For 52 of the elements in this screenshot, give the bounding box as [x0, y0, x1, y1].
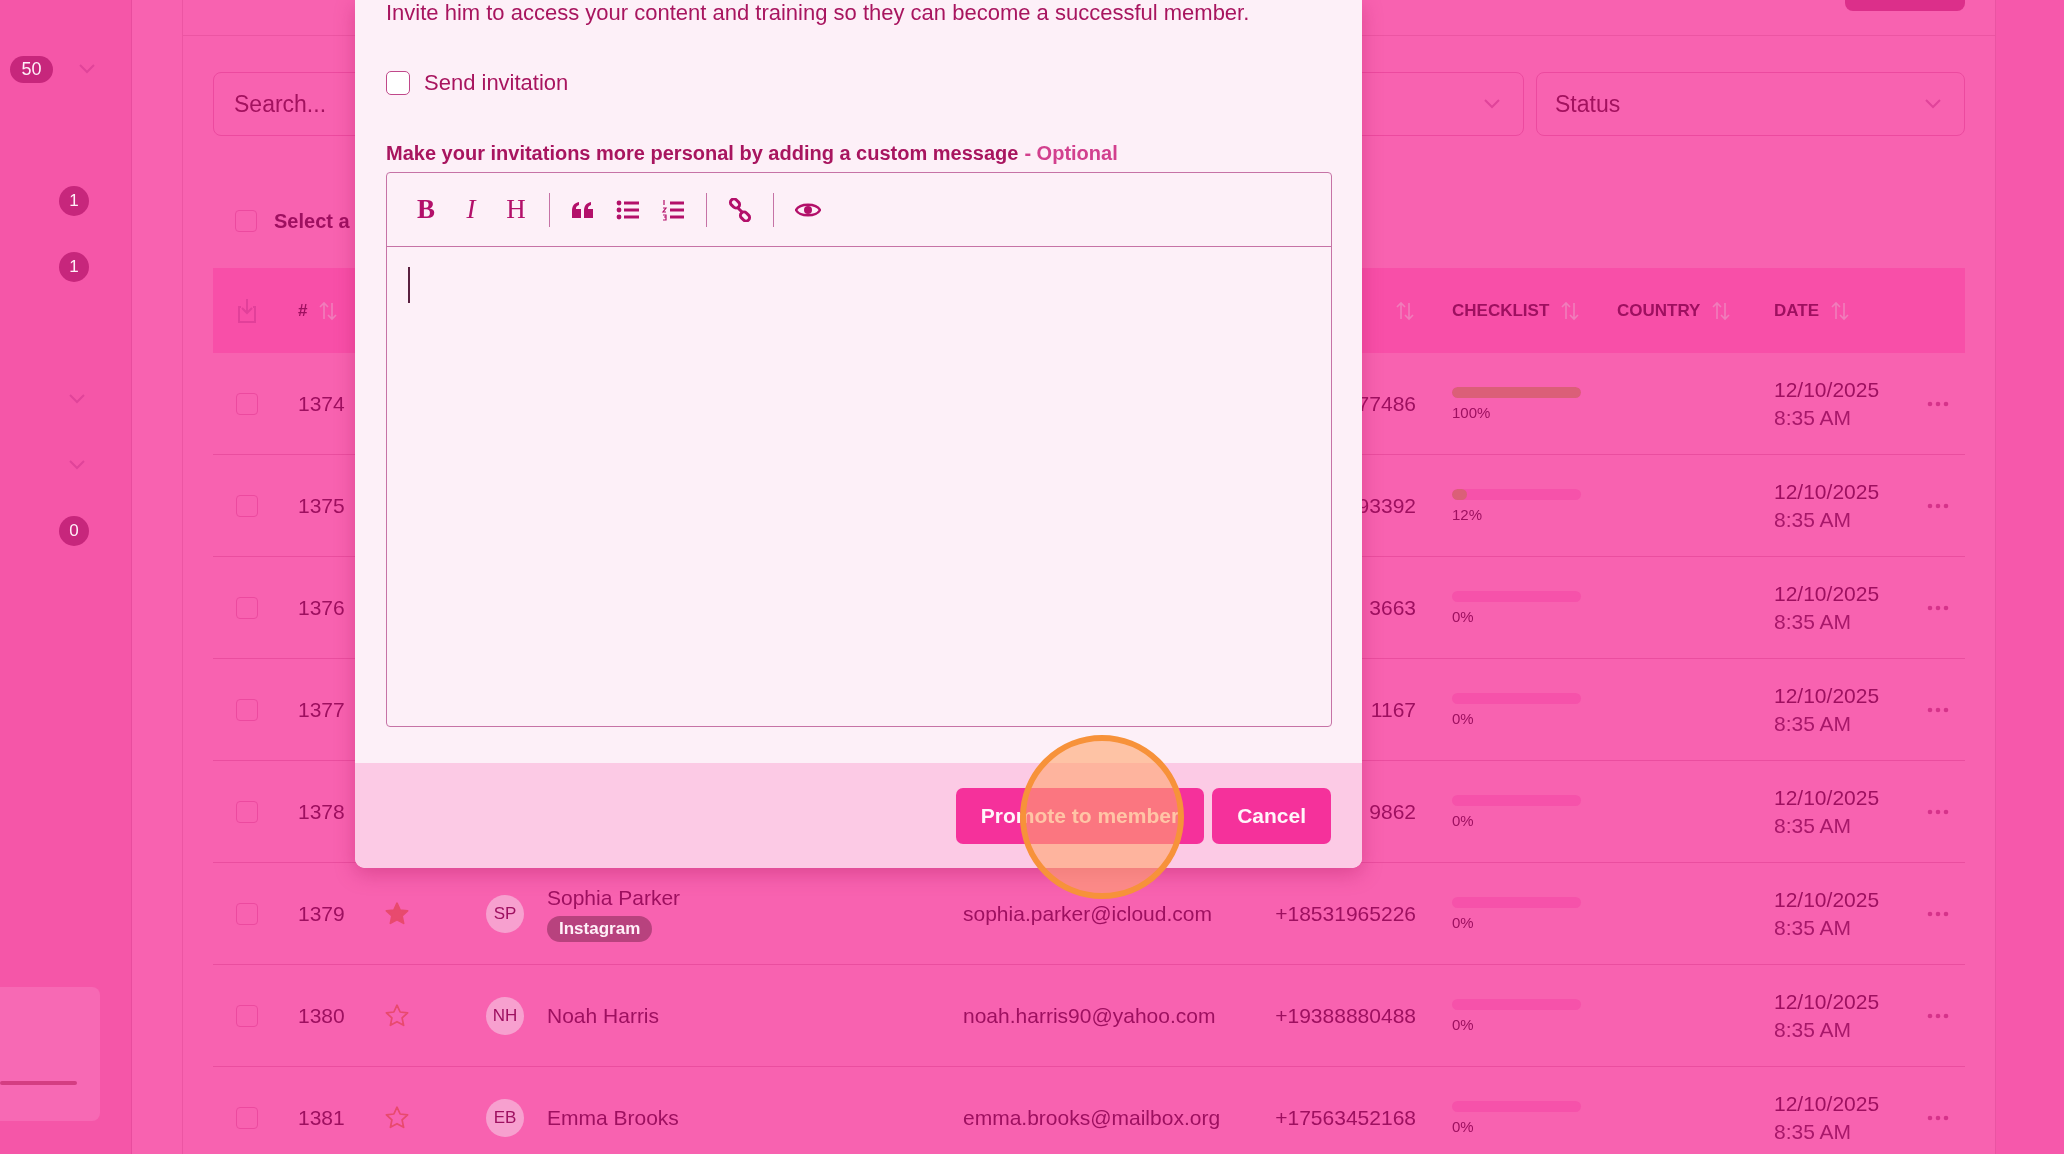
field-label: Make your invitations more personal by adding a custom message	[386, 141, 1019, 165]
table-cell: +19388880488	[1275, 1003, 1416, 1028]
avatar: NH	[486, 996, 524, 1035]
dialog-text: Invite him to access your content and training so they can become a successful member.	[386, 0, 1251, 26]
count-badge: 0	[59, 516, 89, 546]
optional-note: - Optional	[1024, 141, 1118, 165]
table-cell: 8:35 AM	[1774, 813, 1852, 838]
table-cell: 8:35 AM	[1774, 609, 1852, 634]
avatar: SP	[486, 894, 524, 933]
table-cell: emma.brooks@mailbox.org	[963, 1105, 1221, 1130]
progress-percent: 12%	[1452, 505, 1483, 523]
progress-percent: 100%	[1452, 403, 1491, 421]
table-cell: 8:35 AM	[1774, 915, 1852, 940]
table-cell: 1376	[298, 595, 345, 620]
progress-percent: 0%	[1452, 913, 1474, 931]
count-badge: 1	[59, 186, 89, 216]
table-cell: 12/10/2025	[1774, 377, 1880, 402]
table-cell: 77486	[1357, 391, 1416, 416]
table-cell: 1381	[298, 1105, 345, 1130]
table-cell: 12/10/2025	[1774, 785, 1880, 810]
table-cell: 12/10/2025	[1774, 887, 1880, 912]
table-cell: 12/10/2025	[1774, 479, 1880, 504]
table-cell: 3663	[1369, 595, 1416, 620]
progress-percent: 0%	[1452, 607, 1474, 625]
avatar: EB	[486, 1098, 524, 1137]
table-cell: 12/10/2025	[1774, 1091, 1880, 1116]
table-cell: 8:35 AM	[1774, 405, 1852, 430]
table-cell: 1167	[1370, 697, 1416, 722]
table-cell: 1379	[298, 901, 345, 926]
table-cell: sophia.parker@icloud.com	[963, 901, 1212, 926]
progress-percent: 0%	[1452, 709, 1474, 727]
progress-percent: 0%	[1452, 1117, 1474, 1135]
table-cell: 12/10/2025	[1774, 683, 1880, 708]
source-tag: Instagram	[547, 915, 653, 942]
table-cell: 1377	[298, 697, 345, 722]
table-cell: 9862	[1369, 799, 1416, 824]
count-badge: 1	[59, 252, 89, 282]
table-cell: 8:35 AM	[1774, 1119, 1852, 1144]
table-cell: 1375	[298, 493, 345, 518]
table-cell: noah.harris90@yahoo.com	[963, 1003, 1216, 1028]
table-cell: 1380	[298, 1003, 345, 1028]
table-cell: 8:35 AM	[1774, 507, 1852, 532]
progress-percent: 0%	[1452, 811, 1474, 829]
table-cell: 8:35 AM	[1774, 711, 1852, 736]
table-cell: +18531965226	[1275, 901, 1416, 926]
table-cell: 8:35 AM	[1774, 1017, 1852, 1042]
table-cell: 1378	[298, 799, 345, 824]
table-cell: 12/10/2025	[1774, 989, 1880, 1014]
progress-percent: 0%	[1452, 1015, 1474, 1033]
table-cell: 1374	[298, 391, 345, 416]
table-cell: 12/10/2025	[1774, 581, 1880, 606]
table-cell: +17563452168	[1275, 1105, 1416, 1130]
